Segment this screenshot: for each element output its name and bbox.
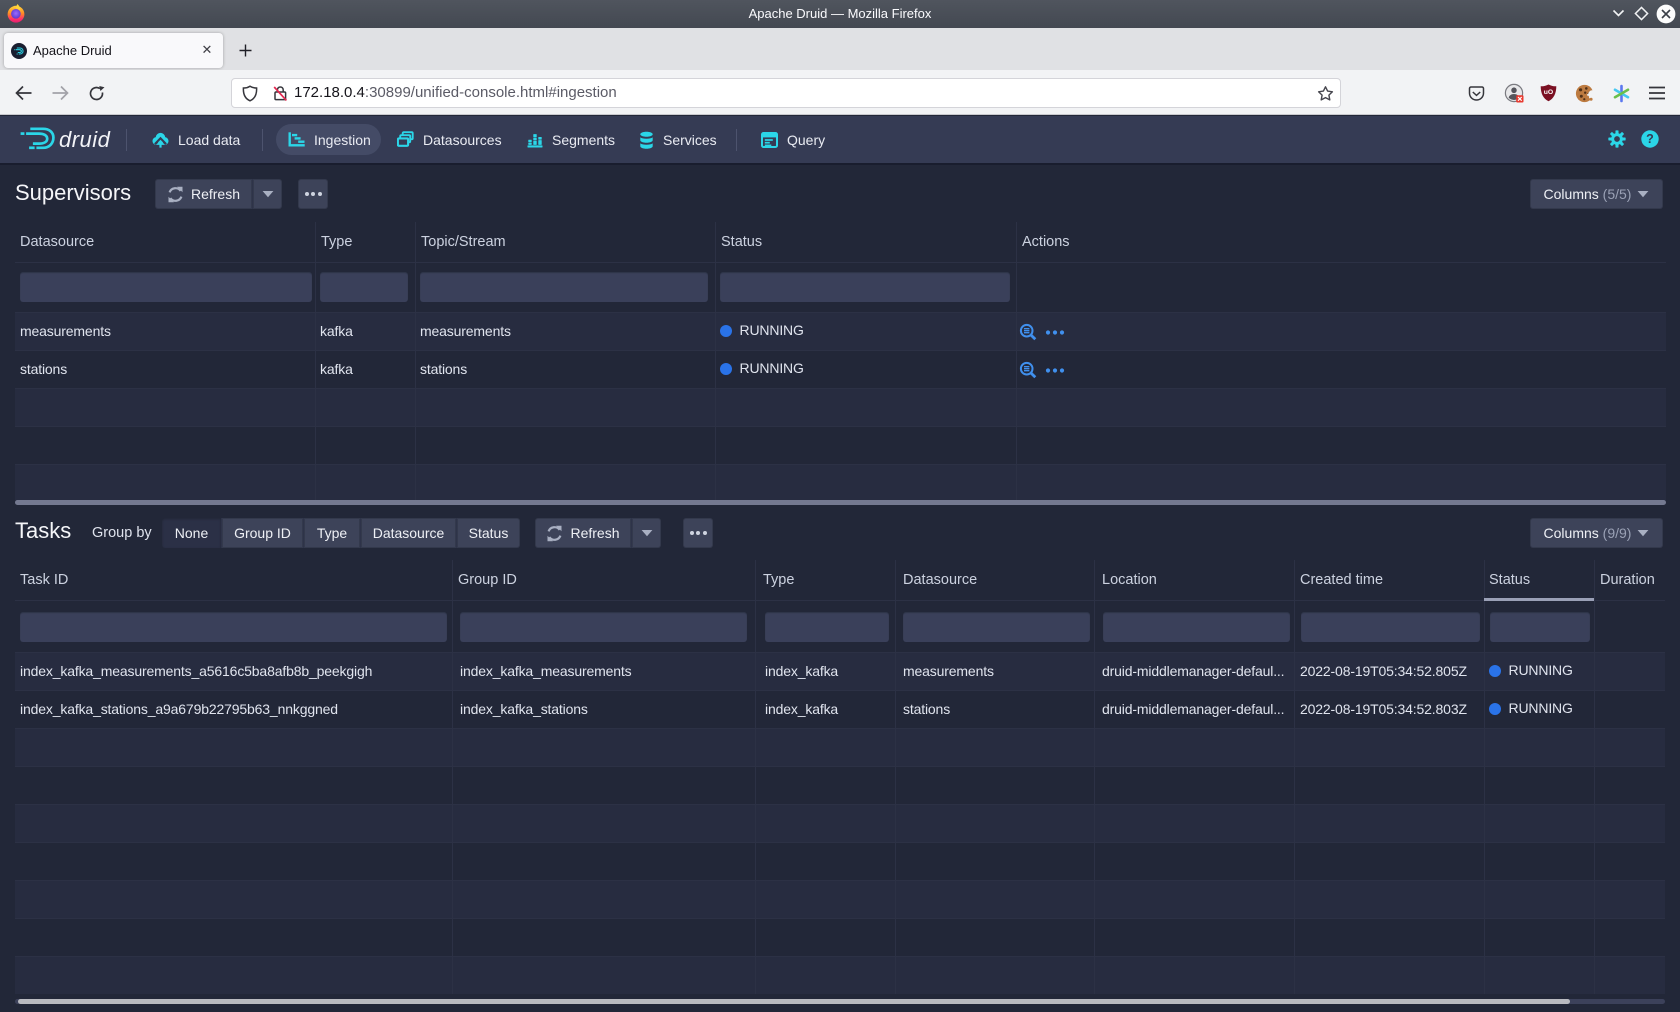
svg-text:uO: uO xyxy=(1544,89,1553,96)
svg-text:?: ? xyxy=(1646,132,1654,146)
